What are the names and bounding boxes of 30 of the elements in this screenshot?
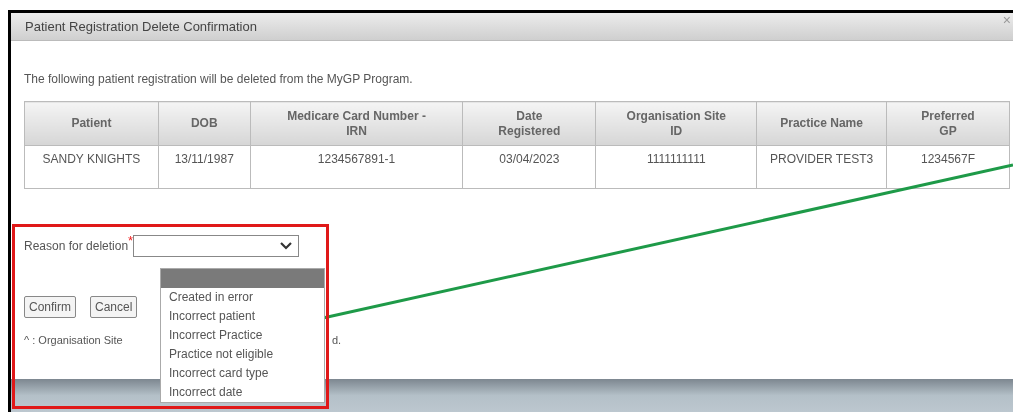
- action-button[interactable]: Confirm: [24, 296, 76, 318]
- table-cell: SANDY KNIGHTS: [24, 145, 159, 189]
- table-cell: 03/04/2023: [462, 145, 596, 189]
- table-cell: 1234567891-1: [250, 145, 463, 189]
- dropdown-option[interactable]: Incorrect Practice: [161, 326, 324, 345]
- reason-label: Reason for deletion: [24, 239, 129, 255]
- column-header: Preferred GP: [886, 101, 1010, 146]
- footnote-text: d.: [332, 333, 342, 348]
- window-title: Patient Registration Delete Confirmation: [25, 17, 257, 36]
- table-cell: PROVIDER TEST3: [756, 145, 887, 189]
- chevron-icon: [280, 242, 293, 250]
- table-cell: 1111111111: [595, 145, 757, 189]
- dropdown-option[interactable]: Incorrect date: [161, 383, 324, 402]
- reason-select[interactable]: [133, 235, 300, 257]
- table-cell: 1234567F: [886, 145, 1010, 189]
- column-header: Organisation Site ID: [595, 101, 757, 146]
- column-header: Patient: [24, 101, 159, 146]
- dropdown-option[interactable]: Created in error: [161, 288, 324, 307]
- dropdown-option[interactable]: Incorrect patient: [161, 307, 324, 326]
- column-header: Practice Name: [756, 101, 887, 146]
- intro-text: The following patient registration will be deleted from the MyGP Program.: [24, 71, 413, 88]
- column-header: DOB: [158, 101, 251, 146]
- column-header: Date Registered: [462, 101, 596, 146]
- column-header: Medicare Card Number - IRN: [250, 101, 463, 146]
- dropdown-option[interactable]: Practice not eligible: [161, 345, 324, 364]
- required-mark: *: [128, 232, 134, 250]
- table-cell: 13/11/1987: [158, 145, 251, 189]
- dropdown-option[interactable]: Incorrect card type: [161, 364, 324, 383]
- footnote-text: ^ : Organisation Site: [24, 333, 123, 348]
- action-button[interactable]: Cancel: [90, 296, 138, 318]
